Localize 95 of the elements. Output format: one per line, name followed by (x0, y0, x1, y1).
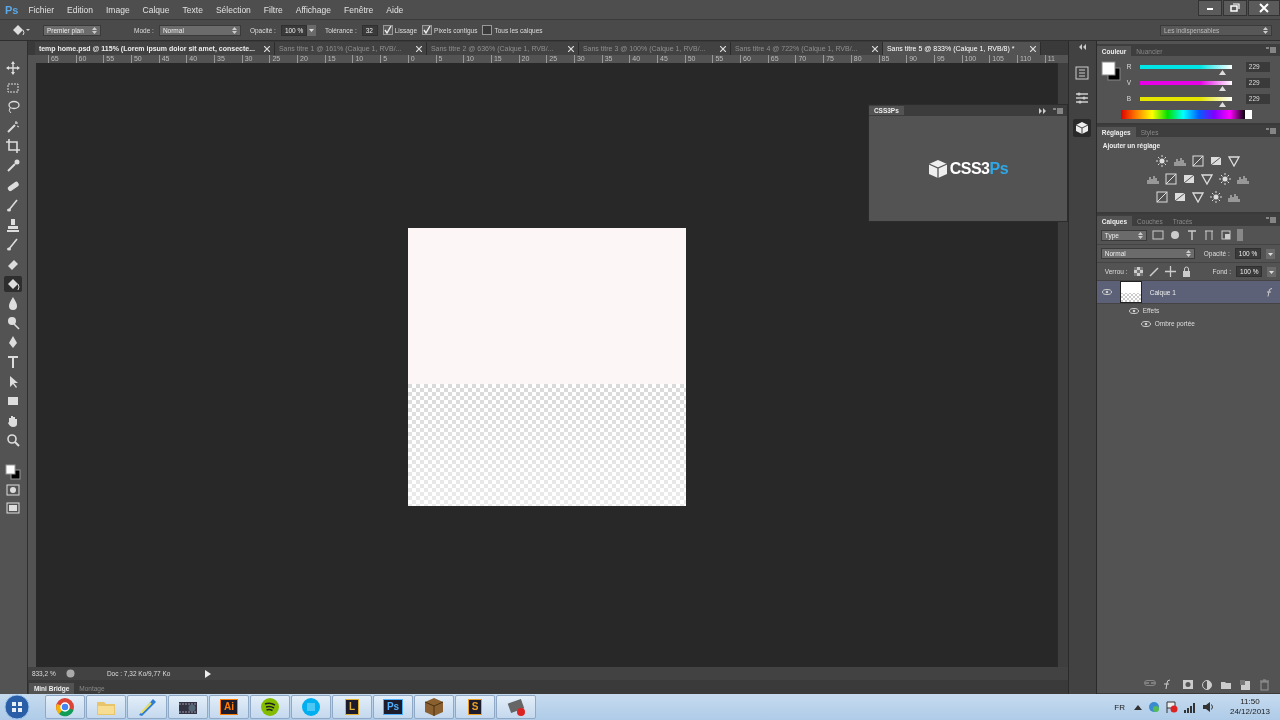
taskbar-app-button[interactable]: L (332, 695, 372, 719)
app-icon (506, 697, 526, 717)
lock-icon[interactable] (1132, 266, 1144, 277)
close-icon[interactable] (1029, 45, 1036, 52)
eye-icon[interactable] (1140, 320, 1151, 327)
taskbar-app-button[interactable] (168, 695, 208, 719)
collapse-icon[interactable] (1078, 44, 1087, 50)
lock-icon[interactable] (1148, 266, 1160, 277)
taskbar-app-button[interactable]: S (455, 695, 495, 719)
close-icon[interactable] (719, 45, 726, 52)
taskbar-app-button[interactable]: Ps (373, 695, 413, 719)
panel-menu-icon[interactable] (1266, 217, 1276, 223)
adjustment-icon[interactable] (1210, 155, 1223, 167)
adjustment-icon[interactable] (1183, 173, 1196, 185)
menu-item[interactable]: Image (106, 4, 130, 15)
menu-item[interactable]: Texte (182, 4, 203, 15)
start-button[interactable] (4, 694, 30, 720)
layer-filter-icon[interactable] (1219, 229, 1232, 241)
folder-icon[interactable] (1220, 679, 1232, 691)
caret-icon (1185, 250, 1191, 257)
eye-icon[interactable] (1128, 307, 1139, 314)
collapse-icon[interactable] (1038, 107, 1047, 114)
menu-item[interactable]: Fenêtre (344, 4, 374, 15)
adjustment-icon[interactable] (1174, 155, 1187, 167)
app-icon (260, 697, 280, 717)
app-icon (301, 697, 321, 717)
taskbar-app-button[interactable]: Ai (209, 695, 249, 719)
close-icon[interactable] (263, 45, 270, 52)
color-spectrum[interactable] (1120, 110, 1252, 119)
clock[interactable]: 11:50 24/12/2013 (1229, 697, 1270, 717)
close-icon[interactable] (415, 45, 422, 52)
caret-icon (231, 26, 237, 34)
app-logo: Ps (5, 3, 19, 16)
app-icon (424, 697, 444, 717)
taskbar-app-button[interactable] (414, 695, 454, 719)
layer-filter-icon[interactable] (1151, 229, 1164, 241)
speaker-icon[interactable] (1201, 701, 1214, 713)
lock-icon[interactable] (1180, 266, 1192, 277)
menu-item[interactable]: Affichage (295, 4, 332, 15)
close-button[interactable] (1248, 0, 1280, 16)
quick-mask-icon[interactable] (4, 483, 23, 498)
properties-icon[interactable] (1074, 90, 1091, 106)
menu-item[interactable]: Edition (67, 4, 93, 15)
effects-icon (1266, 287, 1274, 297)
history-icon[interactable] (1074, 65, 1091, 81)
close-icon[interactable] (567, 45, 574, 52)
filter-toggle-icon[interactable] (1236, 229, 1243, 241)
color-swatches-icon[interactable] (1100, 61, 1121, 81)
menu-item[interactable]: Fichier (28, 4, 54, 15)
caret-icon (1137, 231, 1143, 239)
restore-icon (1229, 2, 1241, 14)
panel-menu-icon[interactable] (1266, 47, 1276, 53)
adjustment-layer-icon[interactable] (1201, 679, 1213, 691)
adjustment-icon[interactable] (1174, 191, 1187, 203)
menu-item[interactable]: Sélection (215, 4, 251, 15)
taskbar-app-button[interactable] (250, 695, 290, 719)
app-icon (137, 697, 157, 717)
checkbox[interactable] (422, 25, 433, 35)
crop-tool-icon[interactable] (4, 138, 23, 155)
adjustment-icon[interactable] (1228, 191, 1241, 203)
plugin-logo-text: CSS3Ps (949, 159, 1009, 178)
new-layer-icon[interactable] (1239, 679, 1251, 691)
menu-item[interactable]: Filtre (263, 4, 283, 15)
mask-icon[interactable] (1182, 679, 1194, 691)
app-icon (55, 697, 75, 717)
checkbox[interactable] (482, 25, 493, 35)
screen-mode-icon[interactable] (4, 501, 23, 516)
menu-item[interactable]: Aide (386, 4, 404, 15)
color-swatches-icon[interactable] (5, 463, 22, 480)
adjustment-icon[interactable] (1237, 173, 1250, 185)
cube-icon[interactable] (1073, 119, 1092, 137)
flag-icon[interactable] (1165, 701, 1178, 713)
close-icon (1258, 2, 1270, 14)
panel-menu-icon[interactable] (1052, 107, 1063, 114)
signal-icon[interactable] (1183, 701, 1196, 713)
lock-icon[interactable] (1164, 266, 1176, 277)
tray-expand-icon[interactable] (1133, 704, 1142, 710)
cube-logo-icon (927, 158, 948, 179)
expand-arrow-icon[interactable] (204, 669, 211, 678)
layer-thumbnail (1119, 281, 1142, 303)
checkbox[interactable] (382, 25, 393, 35)
eye-icon[interactable] (1101, 289, 1112, 295)
close-icon[interactable] (871, 45, 878, 52)
panel-menu-icon[interactable] (1266, 128, 1276, 134)
paint-bucket-icon[interactable] (4, 275, 23, 292)
layer-filter-icon[interactable] (1168, 229, 1181, 241)
layer-filter-icon[interactable] (1202, 229, 1215, 241)
caret-icon (1263, 26, 1268, 34)
restore-button[interactable] (1223, 0, 1247, 16)
minimize-button[interactable] (1198, 0, 1222, 16)
adjustment-icon[interactable] (1147, 173, 1160, 185)
layer-filter-icon[interactable] (1185, 229, 1198, 241)
caret-icon (92, 26, 97, 34)
menu-item[interactable]: Calque (142, 4, 170, 15)
language-indicator[interactable]: FR (1114, 702, 1125, 712)
